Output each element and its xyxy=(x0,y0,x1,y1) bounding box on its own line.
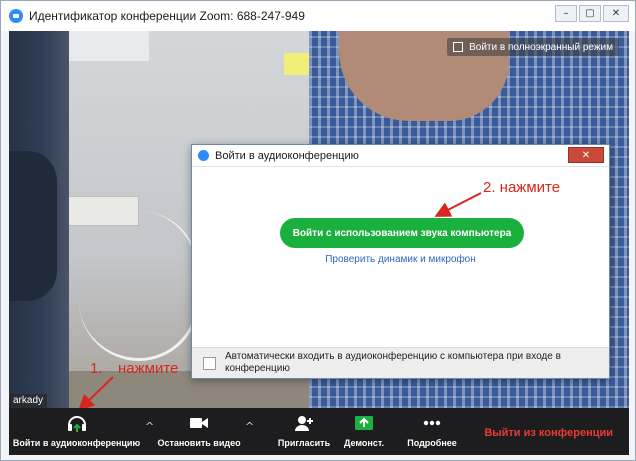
window-title: Идентификатор конференции Zoom: 688-247-… xyxy=(29,9,305,23)
more-dots-icon xyxy=(423,420,441,426)
dialog-footer: Автоматически входить в аудиоконференцию… xyxy=(192,347,609,378)
window-controls: – ▢ ✕ xyxy=(555,5,629,22)
add-user-icon xyxy=(295,416,313,431)
invite-button[interactable]: Пригласить xyxy=(274,412,334,448)
fullscreen-icon xyxy=(453,42,464,52)
join-audio-button[interactable]: Войти в аудиоконференцию xyxy=(13,412,140,448)
video-chair-back xyxy=(9,151,57,301)
headphones-icon xyxy=(67,416,86,432)
more-button[interactable]: Подробнее xyxy=(402,412,462,448)
close-button[interactable]: ✕ xyxy=(603,5,629,22)
fullscreen-button[interactable]: Войти в полноэкранный режим xyxy=(447,38,619,56)
auto-join-audio-label: Автоматически входить в аудиоконференцию… xyxy=(225,351,561,374)
dialog-title: Войти в аудиоконференцию xyxy=(215,149,359,162)
more-label: Подробнее xyxy=(407,438,457,448)
meeting-toolbar: Войти в аудиоконференцию ^ Остановить ви… xyxy=(9,408,629,455)
fullscreen-label: Войти в полноэкранный режим xyxy=(469,41,613,53)
dialog-close-button[interactable]: ✕ xyxy=(568,147,604,163)
zoom-logo-icon xyxy=(198,150,209,161)
title-bar: Идентификатор конференции Zoom: 688-247-… xyxy=(1,1,635,31)
auto-join-audio-checkbox[interactable] xyxy=(203,356,216,370)
join-with-computer-audio-button[interactable]: Войти с использованием звука компьютера xyxy=(280,218,524,248)
zoom-meeting-window: Идентификатор конференции Zoom: 688-247-… xyxy=(0,0,636,461)
video-camera-icon xyxy=(190,418,208,428)
maximize-button[interactable]: ▢ xyxy=(579,5,601,22)
dialog-title-bar: Войти в аудиоконференцию ✕ xyxy=(192,145,609,167)
minimize-button[interactable]: – xyxy=(555,5,577,22)
video-options-chevron-icon[interactable]: ^ xyxy=(245,420,254,433)
audio-options-chevron-icon[interactable]: ^ xyxy=(145,420,154,433)
share-screen-icon xyxy=(355,416,373,430)
share-screen-button[interactable]: Демонст. xyxy=(339,412,389,448)
annotation-step1-text: нажмите xyxy=(118,360,179,377)
zoom-logo-icon xyxy=(9,9,23,23)
share-screen-label: Демонст. xyxy=(343,438,384,448)
test-speaker-mic-link[interactable]: Проверить динамик и микрофон xyxy=(192,254,609,265)
annotation-step1-number: 1. xyxy=(90,360,103,377)
participant-name-tag: arkady xyxy=(9,394,48,408)
leave-meeting-button[interactable]: Выйти из конференции xyxy=(484,427,613,439)
video-cable xyxy=(79,211,199,361)
invite-label: Пригласить xyxy=(277,438,331,448)
annotation-step2-text: 2. нажмите xyxy=(483,179,561,196)
join-audio-label: Войти в аудиоконференцию xyxy=(12,438,141,448)
video-lamp xyxy=(69,31,149,61)
stop-video-label: Остановить видео xyxy=(157,438,241,448)
stop-video-button[interactable]: Остановить видео xyxy=(157,412,241,448)
